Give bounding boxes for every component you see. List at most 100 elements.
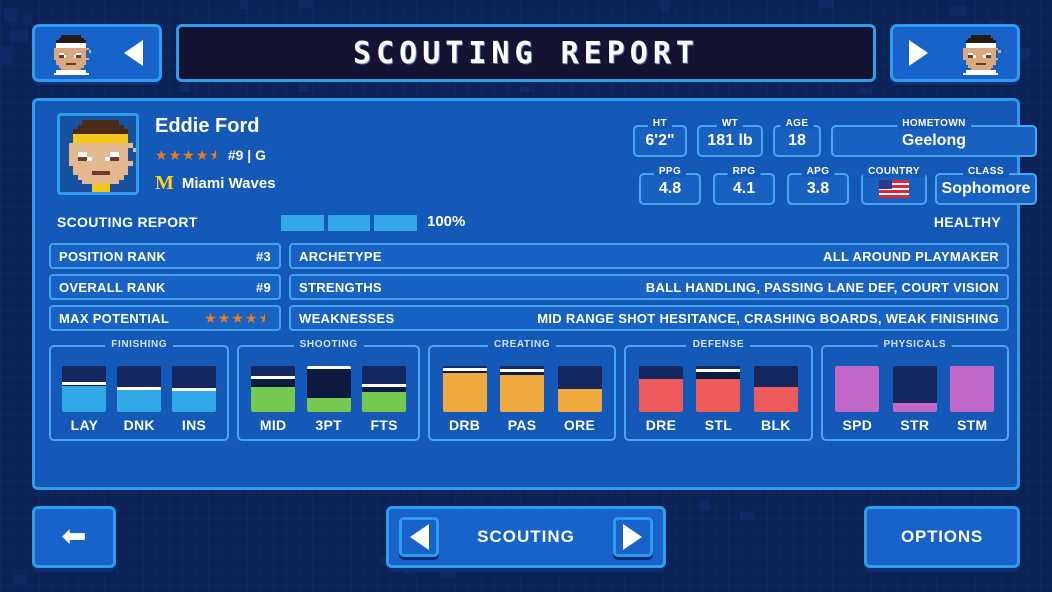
rank-row-value: #9 — [255, 279, 271, 295]
attribute-bar-fill — [362, 392, 407, 412]
attribute-item: SPD — [833, 366, 881, 433]
stat-chip-label: RPG — [727, 166, 761, 177]
attribute-item: FTS — [360, 366, 408, 433]
scouting-progress-bar — [281, 215, 418, 231]
attribute-bar — [442, 366, 487, 412]
stat-chip-label: CLASS — [963, 166, 1009, 177]
star-half-icon: ★ — [209, 148, 222, 162]
star-icon: ★ — [231, 310, 244, 326]
stat-chip: RPG 4.1 — [713, 166, 775, 205]
vital-chip-value: 18 — [788, 132, 806, 149]
stat-chip: COUNTRY — [861, 166, 927, 205]
options-label: OPTIONS — [900, 527, 984, 546]
attribute-label: DRE — [645, 417, 677, 433]
attribute-label: INS — [181, 417, 207, 433]
attribute-bar-shadow — [362, 386, 407, 393]
vital-chip-label: AGE — [780, 118, 814, 129]
page-title: SCOUTING REPORT — [353, 35, 699, 71]
attribute-label: STR — [900, 417, 930, 433]
vital-chip-value: Geelong — [901, 132, 966, 149]
trait-row-key: WEAKNESSES — [299, 310, 395, 326]
attribute-bar-fill — [950, 366, 995, 412]
selector-next-button[interactable] — [612, 517, 653, 557]
player-portrait-icon — [961, 33, 1001, 75]
arrow-left-icon: ⬅ — [61, 520, 87, 553]
rank-row-value: #3 — [255, 248, 271, 264]
status-badge: HEALTHY — [933, 214, 1001, 230]
attribute-bar-shadow — [62, 384, 107, 387]
avatar — [57, 113, 139, 195]
player-team-line: M Miami Waves — [155, 173, 276, 193]
report-panel: Eddie Ford ★★★★★ #9 | G M Miami Waves HT… — [32, 98, 1037, 490]
attribute-group: CREATING DRB PAS ORE — [427, 339, 617, 441]
attribute-bar — [117, 366, 162, 412]
attribute-bar-marker — [172, 388, 217, 392]
vital-chip-value: 6'2" — [645, 132, 675, 149]
attribute-group-label: DEFENSE — [686, 339, 751, 350]
star-icon: ★ — [168, 147, 182, 163]
attribute-bar-fill — [251, 387, 296, 412]
selector-label: SCOUTING — [477, 527, 575, 546]
attribute-bar — [62, 366, 107, 412]
attribute-label: 3PT — [315, 417, 342, 433]
attribute-group-label: FINISHING — [105, 339, 174, 350]
attribute-label: MID — [259, 417, 287, 433]
vital-chip: HT 6'2" — [633, 118, 687, 157]
attribute-item: LAY — [60, 366, 108, 433]
triangle-right-icon — [623, 524, 643, 550]
vital-chip-label: HOMETOWN — [897, 118, 971, 129]
attribute-label: SPD — [842, 417, 873, 433]
attribute-label: STM — [957, 417, 988, 433]
attribute-label: BLK — [761, 417, 791, 433]
bottom-action-bar: ⬅ SCOUTING OPTIONS — [0, 498, 1052, 592]
flag-stripe — [879, 195, 909, 198]
stat-chip: CLASS Sophomore — [935, 166, 1037, 205]
attribute-item: STL — [694, 366, 742, 433]
attribute-item: DRE — [637, 366, 685, 433]
player-rating-line: ★★★★★ #9 | G — [155, 147, 266, 163]
star-icon: ★ — [204, 310, 217, 326]
stat-chip-value: 4.1 — [732, 180, 756, 197]
attribute-label: FTS — [370, 417, 398, 433]
previous-player-button[interactable] — [32, 24, 162, 82]
attribute-label: LAY — [70, 417, 99, 433]
scouting-progress-percent: 100% — [427, 213, 466, 230]
attribute-bar-fill — [696, 378, 741, 412]
top-navigation-bar: SCOUTING REPORT — [0, 0, 1052, 96]
trait-row: STRENGTHS BALL HANDLING, PASSING LANE DEF… — [289, 274, 1009, 300]
vital-chip-label: WT — [716, 118, 744, 129]
next-player-button[interactable] — [890, 24, 1020, 82]
attribute-bar — [306, 366, 351, 412]
attribute-group-label: CREATING — [487, 339, 557, 350]
attribute-group: FINISHING LAY DNK INS — [49, 339, 230, 441]
star-icon: ★ — [195, 147, 209, 163]
attribute-label: PAS — [507, 417, 537, 433]
attribute-bar-shadow — [251, 379, 296, 388]
attribute-bar — [950, 366, 995, 412]
options-button[interactable]: OPTIONS — [864, 506, 1020, 568]
attribute-item: 3PT — [305, 366, 353, 433]
scouting-report-screen: SCOUTING REPORT Eddie Ford ★★★★★ #9 | G … — [0, 0, 1052, 592]
attribute-item: STR — [891, 366, 939, 433]
attribute-bar-fill — [117, 389, 162, 412]
stat-chip-value: 3.8 — [806, 180, 830, 197]
back-button[interactable]: ⬅ — [32, 506, 116, 568]
player-name: Eddie Ford — [155, 115, 260, 137]
attribute-bar — [172, 366, 217, 412]
stat-chip-label: PPG — [653, 166, 687, 177]
attribute-group: PHYSICALS SPD STR STM — [820, 339, 1010, 441]
attribute-group: DEFENSE DRE STL BLK — [624, 339, 813, 441]
attribute-bar-fill — [835, 366, 880, 412]
attribute-label: STL — [704, 417, 733, 433]
rank-row-key: POSITION RANK — [59, 248, 167, 264]
selector-previous-button[interactable] — [399, 517, 439, 557]
player-star-rating: ★ ★ ★ ★ ★ — [155, 148, 222, 162]
player-portrait-icon — [51, 33, 92, 75]
stat-chip-label: APG — [801, 166, 835, 177]
triangle-left-icon — [123, 40, 143, 66]
triangle-left-icon — [409, 524, 429, 550]
attribute-bar-fill — [892, 403, 937, 412]
star-icon: ★ — [182, 147, 195, 163]
page-title-plate: SCOUTING REPORT — [176, 24, 876, 82]
attribute-group-label: SHOOTING — [293, 339, 364, 350]
